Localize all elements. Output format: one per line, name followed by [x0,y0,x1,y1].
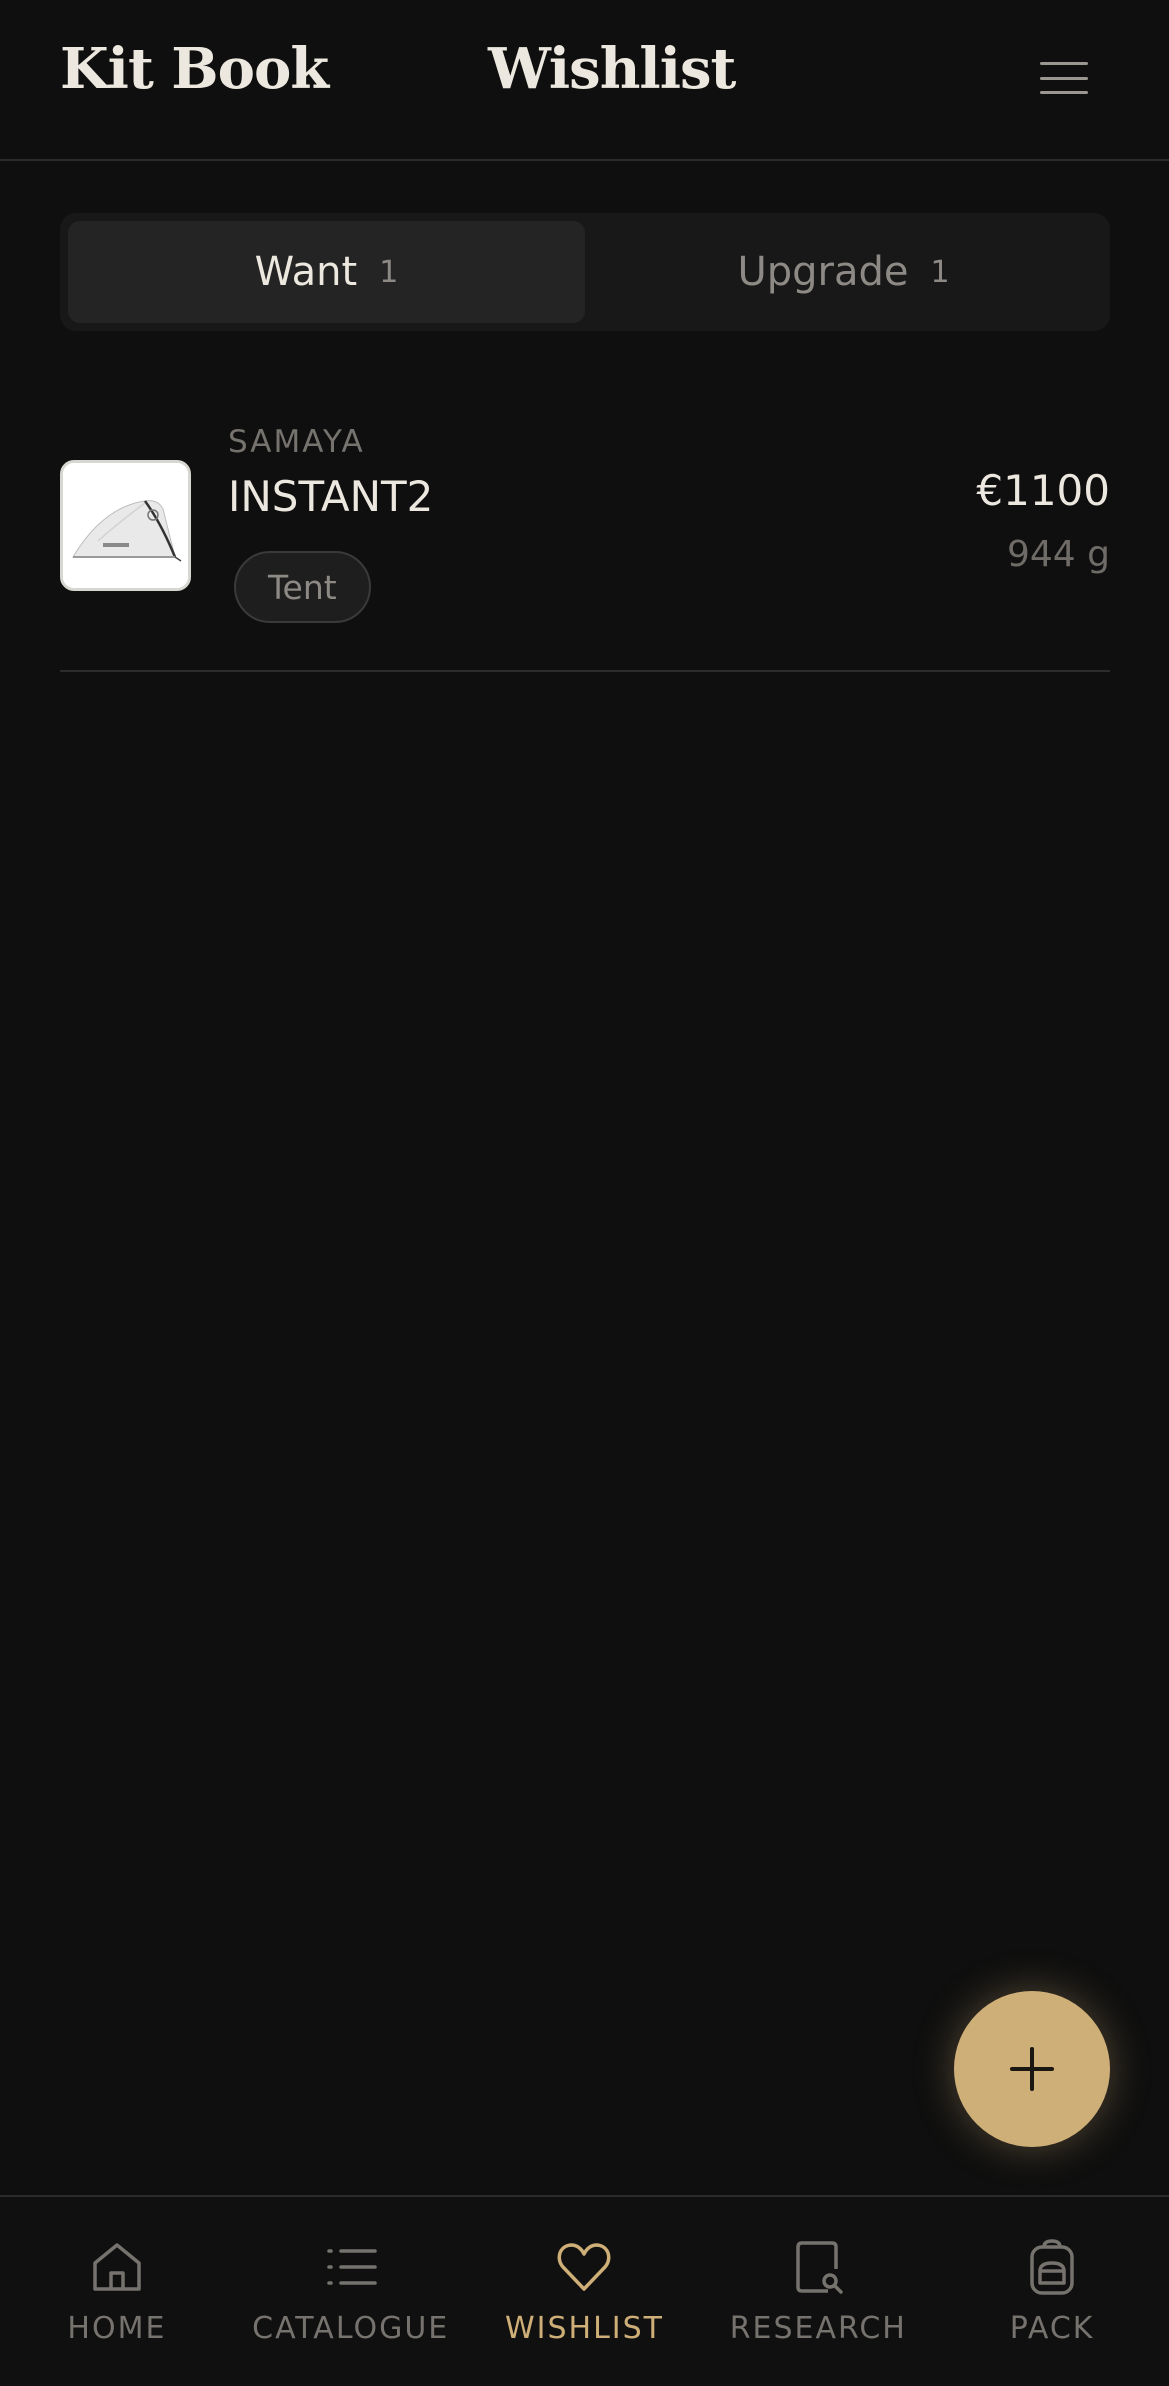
app-screen: Kit Book Wishlist Want 1 Upgrade 1 SAMAY… [0,0,1169,2386]
nav-wishlist-label: WISHLIST [504,2311,665,2346]
list-icon [326,2249,377,2285]
item-weight: 944 g [1006,534,1110,575]
nav-catalogue[interactable]: CATALOGUE [234,2197,468,2386]
tab-want[interactable]: Want 1 [68,221,585,323]
tab-want-count: 1 [379,254,399,290]
nav-research-label: RESEARCH [729,2311,907,2346]
category-tag[interactable]: Tent [234,551,371,623]
tab-want-label: Want [254,249,358,295]
top-header: Kit Book Wishlist [0,0,1169,161]
item-brand: SAMAYA [228,424,365,460]
nav-catalogue-label: CATALOGUE [252,2311,450,2346]
nav-wishlist[interactable]: WISHLIST [468,2197,702,2386]
nav-home-label: HOME [67,2311,167,2346]
page-title: Wishlist [488,36,736,102]
backpack-icon [1030,2239,1074,2295]
nav-pack[interactable]: PACK [935,2197,1169,2386]
app-brand[interactable]: Kit Book [60,36,329,102]
heart-icon [558,2243,611,2291]
nav-pack-label: PACK [1009,2311,1095,2346]
wishlist-tabs: Want 1 Upgrade 1 [60,213,1110,331]
item-price: €1100 [976,466,1110,515]
tab-upgrade[interactable]: Upgrade 1 [585,221,1102,323]
plus-icon [1010,2047,1054,2091]
nav-home[interactable]: HOME [0,2197,234,2386]
item-name: INSTANT2 [228,472,434,521]
nav-research[interactable]: RESEARCH [701,2197,935,2386]
home-icon [93,2243,141,2291]
add-item-button[interactable] [954,1991,1110,2147]
tent-image [60,460,191,591]
list-item[interactable]: SAMAYA INSTANT2 Tent €1100 944 g [60,410,1110,672]
tab-upgrade-count: 1 [930,254,950,290]
bottom-navigation: HOME CATALOGUE WISHLIST RESEARCH PACK [0,2195,1169,2386]
hamburger-menu-icon[interactable] [1032,54,1096,102]
tab-upgrade-label: Upgrade [737,249,909,295]
research-icon [796,2241,844,2294]
